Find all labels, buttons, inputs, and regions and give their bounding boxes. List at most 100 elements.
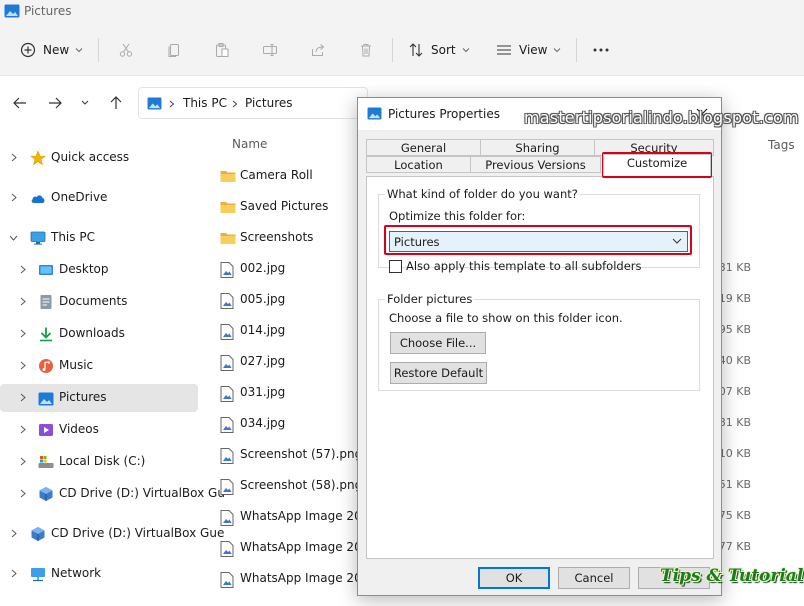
share-button[interactable] [310, 38, 326, 62]
breadcrumb-pictures[interactable]: Pictures [245, 96, 293, 110]
column-header-tags[interactable]: Tags [768, 138, 795, 152]
sidebar-item-quick-access[interactable]: Quick access [0, 144, 198, 172]
recent-locations-chevron-icon[interactable] [80, 99, 90, 107]
sidebar-item-local-disk[interactable]: Local Disk (C:) [0, 448, 198, 476]
rename-button[interactable] [262, 38, 278, 62]
sidebar-item-desktop[interactable]: Desktop [0, 256, 198, 284]
pictures-icon [4, 4, 20, 18]
file-name: Screenshots [240, 230, 314, 244]
sidebar-item-this-pc[interactable]: This PC [0, 224, 198, 252]
sidebar-item-downloads[interactable]: Downloads [0, 320, 198, 348]
folder-pictures-group-label: Folder pictures [385, 292, 475, 306]
sidebar-item-label: CD Drive (D:) VirtualBox Gue [51, 526, 225, 540]
sidebar-item-onedrive[interactable]: OneDrive [0, 184, 198, 212]
folder-icon [220, 202, 236, 213]
sort-icon [409, 43, 423, 57]
sidebar-item-label: Network [51, 566, 102, 580]
star-icon [30, 150, 46, 166]
image-file-icon [220, 262, 234, 278]
tab-general[interactable]: General [366, 139, 481, 156]
more-dots-icon [593, 48, 609, 52]
delete-button[interactable] [358, 38, 374, 62]
chevron-right-icon [232, 100, 238, 108]
chevron-right-icon[interactable] [11, 193, 17, 202]
chevron-right-icon[interactable] [11, 153, 17, 162]
paste-button[interactable] [214, 38, 230, 62]
chevron-down-icon[interactable] [9, 235, 18, 241]
image-file-icon [220, 293, 234, 309]
separator [576, 38, 577, 62]
download-icon [40, 327, 52, 342]
image-file-icon [220, 572, 234, 588]
sidebar-item-music[interactable]: Music [0, 352, 198, 380]
chevron-right-icon[interactable] [20, 329, 26, 338]
sidebar-item-label: Videos [59, 422, 99, 436]
choose-file-button[interactable]: Choose File... [390, 332, 486, 354]
view-label: View [519, 43, 548, 57]
chevron-down-icon [554, 48, 561, 53]
sidebar-item-cd-drive[interactable]: CD Drive (D:) VirtualBox Gu [0, 480, 225, 508]
chevron-right-icon[interactable] [20, 361, 26, 370]
file-name: 027.jpg [240, 354, 286, 368]
tab-previous-versions[interactable]: Previous Versions [470, 156, 601, 173]
copy-button[interactable] [166, 38, 182, 62]
dialog-title: Pictures Properties [388, 107, 500, 121]
cloud-icon [31, 195, 45, 203]
cut-button[interactable] [118, 38, 134, 62]
back-arrow-icon[interactable] [12, 95, 28, 111]
restore-default-button[interactable]: Restore Default [390, 362, 487, 384]
sidebar-item-documents[interactable]: Documents [0, 288, 198, 316]
folder-pictures-description: Choose a file to show on this folder ico… [389, 311, 623, 325]
sidebar-item-videos[interactable]: Videos [0, 416, 198, 444]
ok-button[interactable]: OK [478, 567, 550, 589]
sidebar-item-label: Documents [59, 294, 128, 308]
image-file-icon [220, 386, 234, 402]
up-arrow-icon[interactable] [108, 95, 124, 111]
chevron-right-icon[interactable] [11, 529, 17, 538]
tab-customize[interactable]: Customize [603, 154, 711, 176]
file-name: Camera Roll [240, 168, 313, 182]
sidebar-item-label: Quick access [51, 150, 130, 164]
network-icon [31, 568, 45, 582]
forward-arrow-icon[interactable] [47, 95, 63, 111]
image-file-icon [220, 324, 234, 340]
chevron-right-icon[interactable] [20, 393, 26, 402]
chevron-right-icon[interactable] [20, 265, 26, 274]
monitor-icon [30, 231, 46, 245]
file-name: 002.jpg [240, 261, 286, 275]
separator [392, 38, 393, 62]
breadcrumb-this-pc[interactable]: This PC [183, 96, 227, 110]
tab-location[interactable]: Location [366, 156, 471, 173]
sort-button[interactable]: Sort [408, 38, 470, 62]
address-bar[interactable]: This PC Pictures [138, 87, 368, 119]
share-icon [312, 44, 325, 56]
tab-sharing[interactable]: Sharing [480, 139, 595, 156]
site-watermark: mastertipsorialindo.blogspot.com [524, 108, 799, 127]
navigation-pane: Quick access OneDrive This PC Desktop Do… [0, 130, 225, 606]
chevron-right-icon[interactable] [20, 425, 26, 434]
image-file-icon [220, 448, 234, 464]
apply-subfolders-checkbox[interactable] [389, 260, 402, 273]
drive-icon [38, 456, 54, 468]
chevron-right-icon[interactable] [20, 489, 26, 498]
chevron-right-icon[interactable] [20, 457, 26, 466]
new-button[interactable]: New [20, 38, 83, 62]
cd-drive-icon [39, 487, 53, 501]
sidebar-item-cd-drive-root[interactable]: CD Drive (D:) VirtualBox Gue [0, 520, 224, 548]
sidebar-item-network[interactable]: Network [0, 560, 198, 588]
cancel-button[interactable]: Cancel [558, 567, 630, 589]
sidebar-item-pictures[interactable]: Pictures [0, 384, 198, 412]
more-options-button[interactable] [592, 38, 610, 62]
optimize-label: Optimize this folder for: [389, 209, 526, 223]
pictures-icon [367, 107, 382, 120]
column-header-name[interactable]: Name [232, 137, 267, 151]
chevron-right-icon[interactable] [20, 297, 26, 306]
command-bar: New Sort View [0, 24, 804, 76]
view-button[interactable]: View [496, 38, 561, 62]
chevron-right-icon[interactable] [11, 569, 17, 578]
apply-subfolders-label[interactable]: Also apply this template to all subfolde… [406, 259, 642, 273]
rename-icon [263, 44, 277, 56]
document-icon [40, 295, 52, 309]
window-title: Pictures [24, 4, 72, 18]
file-name: 005.jpg [240, 292, 286, 306]
